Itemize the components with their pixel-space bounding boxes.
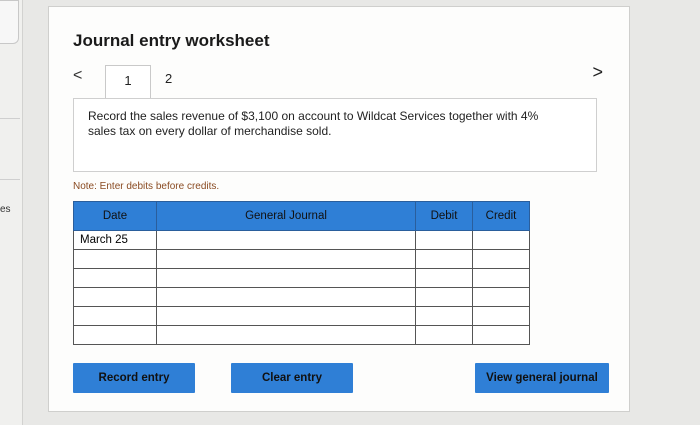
record-entry-button[interactable]: Record entry xyxy=(73,363,195,393)
table-row xyxy=(73,306,530,326)
prompt-text: Record the sales revenue of $3,100 on ac… xyxy=(88,109,539,138)
date-cell[interactable] xyxy=(73,287,157,307)
page-title: Journal entry worksheet xyxy=(73,31,270,50)
account-cell[interactable] xyxy=(156,306,416,326)
worksheet-panel: Journal entry worksheet < 1 2 > Record t… xyxy=(48,6,630,412)
credit-cell[interactable] xyxy=(472,325,530,345)
left-edge-text: es xyxy=(0,204,11,215)
debit-cell[interactable] xyxy=(415,287,473,307)
date-cell[interactable] xyxy=(73,325,157,345)
credit-cell[interactable] xyxy=(472,230,530,250)
debit-cell[interactable] xyxy=(415,325,473,345)
left-card-top xyxy=(0,0,19,44)
credit-cell[interactable] xyxy=(472,306,530,326)
date-cell[interactable] xyxy=(73,249,157,269)
date-cell[interactable]: March 25 xyxy=(73,230,157,250)
account-cell[interactable] xyxy=(156,230,416,250)
table-row xyxy=(73,268,530,288)
debit-cell[interactable] xyxy=(415,306,473,326)
credit-cell[interactable] xyxy=(472,249,530,269)
table-row xyxy=(73,325,530,345)
view-general-journal-button[interactable]: View general journal xyxy=(475,363,609,393)
prompt-box: Record the sales revenue of $3,100 on ac… xyxy=(73,98,597,172)
tab-2[interactable]: 2 xyxy=(165,71,172,86)
credit-cell[interactable] xyxy=(472,287,530,307)
next-tab-icon[interactable]: > xyxy=(592,62,603,83)
debit-cell[interactable] xyxy=(415,249,473,269)
table-row xyxy=(73,287,530,307)
account-cell[interactable] xyxy=(156,249,416,269)
debit-cell[interactable] xyxy=(415,268,473,288)
header-credit: Credit xyxy=(472,201,530,231)
date-cell[interactable] xyxy=(73,306,157,326)
debit-cell[interactable] xyxy=(415,230,473,250)
table-header-row: Date General Journal Debit Credit xyxy=(73,201,530,231)
header-general-journal: General Journal xyxy=(156,201,416,231)
account-cell[interactable] xyxy=(156,287,416,307)
prev-tab-icon[interactable]: < xyxy=(73,67,82,85)
credit-cell[interactable] xyxy=(472,268,530,288)
header-debit: Debit xyxy=(415,201,473,231)
note-text: Note: Enter debits before credits. xyxy=(73,181,220,192)
tab-1[interactable]: 1 xyxy=(105,65,151,100)
journal-table: Date General Journal Debit Credit March … xyxy=(73,201,530,345)
date-cell[interactable] xyxy=(73,268,157,288)
clear-entry-button[interactable]: Clear entry xyxy=(231,363,353,393)
left-card-middle xyxy=(0,118,20,180)
account-cell[interactable] xyxy=(156,325,416,345)
header-date: Date xyxy=(73,201,157,231)
table-row xyxy=(73,249,530,269)
table-row: March 25 xyxy=(73,230,530,250)
account-cell[interactable] xyxy=(156,268,416,288)
left-strip: es xyxy=(0,0,23,425)
